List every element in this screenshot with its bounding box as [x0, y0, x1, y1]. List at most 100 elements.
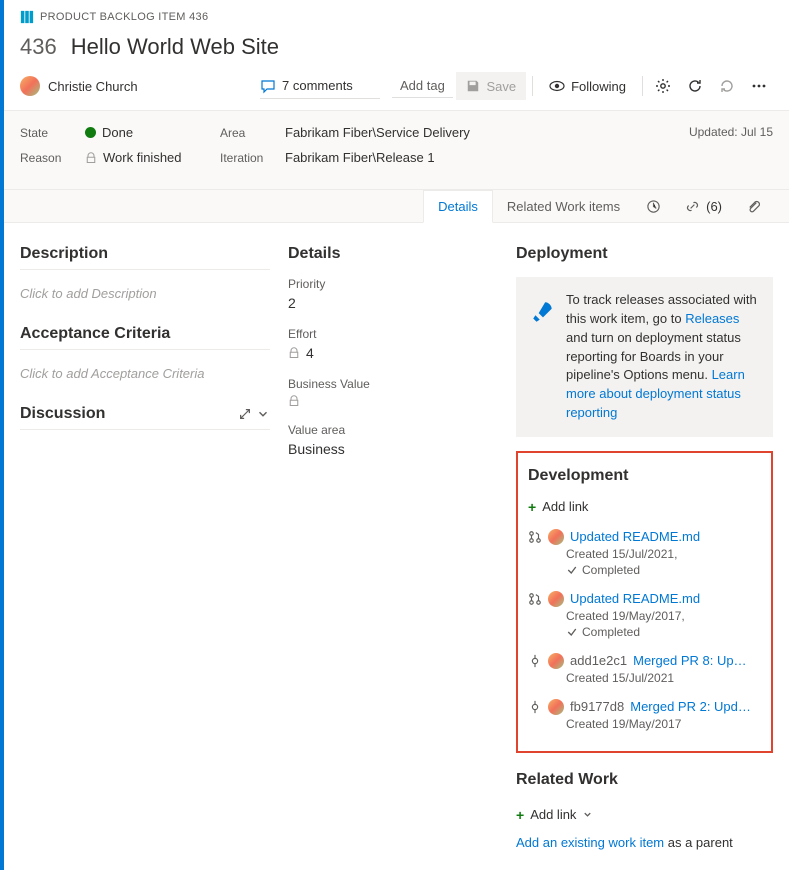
attachment-icon [746, 199, 761, 214]
history-icon [646, 199, 661, 214]
updated-text: Updated: Jul 15 [689, 125, 773, 175]
state-field[interactable]: Done [85, 125, 133, 140]
reason-label: Reason [20, 151, 85, 165]
deployment-heading: Deployment [516, 239, 773, 269]
pull-request-icon [528, 592, 542, 606]
assignee-field[interactable]: Christie Church [20, 76, 260, 96]
more-actions-button[interactable] [745, 72, 773, 100]
avatar [548, 699, 564, 715]
comment-icon [260, 78, 276, 94]
dev-item: add1e2c1 Merged PR 8: Up… Created 15/Jul… [528, 647, 761, 693]
dev-item-status: Completed [528, 563, 761, 577]
state-label: State [20, 126, 85, 140]
expand-icon[interactable] [238, 407, 252, 421]
comments-button[interactable]: 7 comments [260, 74, 380, 99]
separator [642, 76, 643, 96]
lock-icon [85, 152, 97, 164]
deployment-info-box: To track releases associated with this w… [516, 277, 773, 437]
reason-field[interactable]: Work finished [85, 150, 182, 165]
refresh-icon [687, 78, 703, 94]
type-label: PRODUCT BACKLOG ITEM 436 [40, 11, 208, 23]
check-icon [566, 626, 578, 638]
dev-item: Updated README.md Created 19/May/2017, C… [528, 585, 761, 647]
chevron-down-icon[interactable] [256, 407, 270, 421]
state-dot-icon [85, 127, 96, 138]
dev-item-created: Created 15/Jul/2021, [528, 547, 761, 561]
details-heading: Details [288, 239, 498, 269]
description-placeholder[interactable]: Click to add Description [20, 278, 270, 319]
dev-item-link[interactable]: Updated README.md [570, 529, 700, 544]
dev-item-link[interactable]: Merged PR 8: Up… [633, 653, 746, 668]
work-item-title[interactable]: Hello World Web Site [71, 34, 279, 60]
acceptance-placeholder[interactable]: Click to add Acceptance Criteria [20, 358, 270, 399]
avatar [20, 76, 40, 96]
related-work-heading: Related Work [516, 765, 773, 795]
iteration-label: Iteration [220, 151, 285, 165]
check-icon [566, 564, 578, 576]
releases-link[interactable]: Releases [685, 311, 739, 326]
backlog-item-icon [20, 10, 34, 24]
link-icon [685, 199, 700, 214]
tab-details[interactable]: Details [423, 190, 493, 223]
dev-item-status: Completed [528, 625, 761, 639]
iteration-field[interactable]: Fabrikam Fiber\Release 1 [285, 150, 435, 165]
eye-icon [549, 78, 565, 94]
area-label: Area [220, 126, 285, 140]
save-button[interactable]: Save [456, 72, 526, 100]
plus-icon: + [516, 807, 524, 823]
gear-icon [655, 78, 671, 94]
commit-icon [528, 700, 542, 714]
undo-button[interactable] [713, 72, 741, 100]
priority-label: Priority [288, 277, 498, 291]
discussion-heading: Discussion [20, 399, 270, 430]
commit-icon [528, 654, 542, 668]
priority-value[interactable]: 2 [288, 291, 498, 321]
dev-item: Updated README.md Created 15/Jul/2021, C… [528, 523, 761, 585]
business-value[interactable] [288, 391, 498, 417]
dev-item-created: Created 15/Jul/2021 [528, 671, 761, 685]
add-parent-link[interactable]: Add an existing work item as a parent [516, 831, 773, 854]
development-section: Development + Add link Updated README.md… [516, 451, 773, 753]
settings-button[interactable] [649, 72, 677, 100]
description-heading: Description [20, 239, 270, 270]
dev-item-link[interactable]: Merged PR 2: Upd… [630, 699, 751, 714]
assignee-name: Christie Church [48, 79, 138, 94]
related-add-link-button[interactable]: + Add link [516, 803, 773, 831]
effort-value[interactable]: 4 [288, 341, 498, 371]
tab-related-work-items[interactable]: Related Work items [493, 190, 634, 222]
acceptance-heading: Acceptance Criteria [20, 319, 270, 350]
value-area-label: Value area [288, 423, 498, 437]
commit-hash: fb9177d8 [570, 699, 624, 714]
undo-icon [719, 78, 735, 94]
dev-item-created: Created 19/May/2017, [528, 609, 761, 623]
work-item-type: PRODUCT BACKLOG ITEM 436 [20, 10, 773, 24]
value-area-value[interactable]: Business [288, 437, 498, 467]
tab-attachments[interactable] [734, 190, 773, 222]
tab-history[interactable] [634, 190, 673, 222]
dev-item: fb9177d8 Merged PR 2: Upd… Created 19/Ma… [528, 693, 761, 739]
tab-links[interactable]: (6) [673, 190, 734, 222]
ellipsis-icon [751, 78, 767, 94]
add-tag-button[interactable]: Add tag [392, 74, 453, 98]
follow-button[interactable]: Following [539, 72, 636, 100]
refresh-button[interactable] [681, 72, 709, 100]
separator [532, 76, 533, 96]
lock-icon [288, 395, 300, 407]
area-field[interactable]: Fabrikam Fiber\Service Delivery [285, 125, 470, 140]
dev-item-link[interactable]: Updated README.md [570, 591, 700, 606]
dev-add-link-button[interactable]: + Add link [528, 495, 761, 523]
avatar [548, 653, 564, 669]
comments-count: 7 comments [282, 78, 353, 93]
commit-hash: add1e2c1 [570, 653, 627, 668]
save-icon [466, 79, 480, 93]
business-value-label: Business Value [288, 377, 498, 391]
rocket-icon [530, 291, 556, 423]
lock-icon [288, 347, 300, 359]
chevron-down-icon [582, 809, 593, 820]
add-existing-parent-link[interactable]: Add an existing work item [516, 835, 664, 850]
avatar [548, 591, 564, 607]
plus-icon: + [528, 499, 536, 515]
development-heading: Development [528, 461, 761, 491]
work-item-id: 436 [20, 34, 57, 60]
avatar [548, 529, 564, 545]
